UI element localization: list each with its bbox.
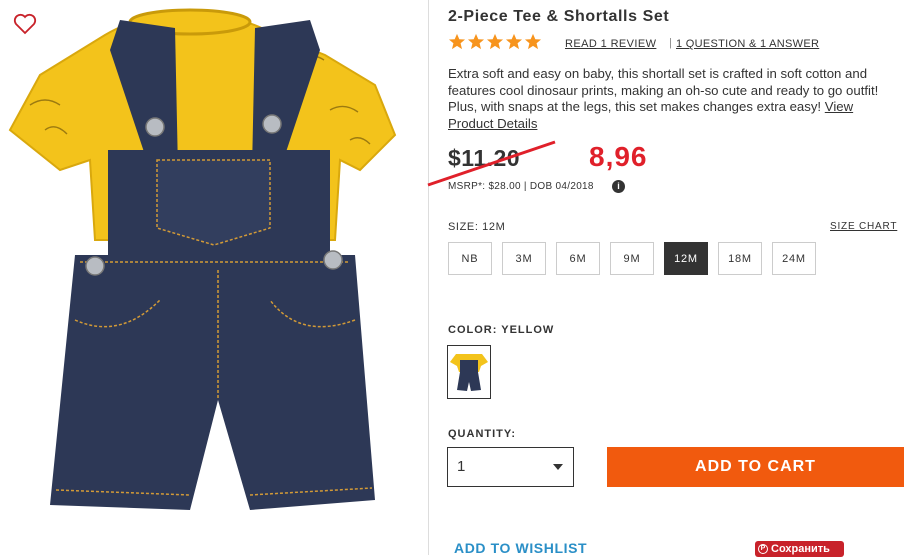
- separator: |: [669, 37, 672, 49]
- size-option-18m[interactable]: 18M: [718, 242, 762, 275]
- description-text: Extra soft and easy on baby, this shorta…: [448, 66, 879, 114]
- add-to-wishlist-link[interactable]: ADD TO WISHLIST: [454, 540, 587, 556]
- star-icon: [505, 33, 523, 50]
- add-to-cart-button[interactable]: ADD TO CART: [607, 447, 904, 487]
- sale-price: 8,96: [589, 141, 648, 172]
- product-title: 2-Piece Tee & Shortalls Set: [448, 8, 670, 25]
- color-swatch-yellow[interactable]: [447, 345, 491, 399]
- size-chart-link[interactable]: SIZE CHART: [830, 221, 897, 232]
- rating-stars: [448, 33, 542, 50]
- size-label: SIZE: 12M: [448, 221, 506, 233]
- pinterest-label: Сохранить: [771, 543, 830, 555]
- quantity-value: 1: [457, 458, 466, 475]
- product-description: Extra soft and easy on baby, this shorta…: [448, 66, 898, 132]
- color-label: COLOR: YELLOW: [448, 324, 555, 336]
- size-option-12m[interactable]: 12M: [664, 242, 708, 275]
- quantity-select[interactable]: 1: [447, 447, 574, 487]
- size-option-24m[interactable]: 24M: [772, 242, 816, 275]
- product-image: [8, 8, 397, 510]
- star-icon: [524, 33, 542, 50]
- chevron-down-icon: [553, 464, 563, 470]
- quantity-label: QUANTITY:: [448, 428, 517, 440]
- size-option-9m[interactable]: 9M: [610, 242, 654, 275]
- star-icon: [486, 33, 504, 50]
- question-answer-link[interactable]: 1 QUESTION & 1 ANSWER: [676, 38, 819, 50]
- msrp-text: MSRP*: $28.00 | DOB 04/2018: [448, 181, 594, 192]
- star-icon: [467, 33, 485, 50]
- size-option-3m[interactable]: 3M: [502, 242, 546, 275]
- star-icon: [448, 33, 466, 50]
- info-icon[interactable]: i: [612, 180, 625, 193]
- read-review-link[interactable]: READ 1 REVIEW: [565, 38, 656, 50]
- pinterest-icon: P: [758, 544, 768, 554]
- swatch-thumbnail: [450, 354, 488, 391]
- size-option-nb[interactable]: NB: [448, 242, 492, 275]
- size-option-6m[interactable]: 6M: [556, 242, 600, 275]
- size-options: NB 3M 6M 9M 12M 18M 24M: [448, 242, 816, 275]
- product-image-pane: [0, 0, 429, 555]
